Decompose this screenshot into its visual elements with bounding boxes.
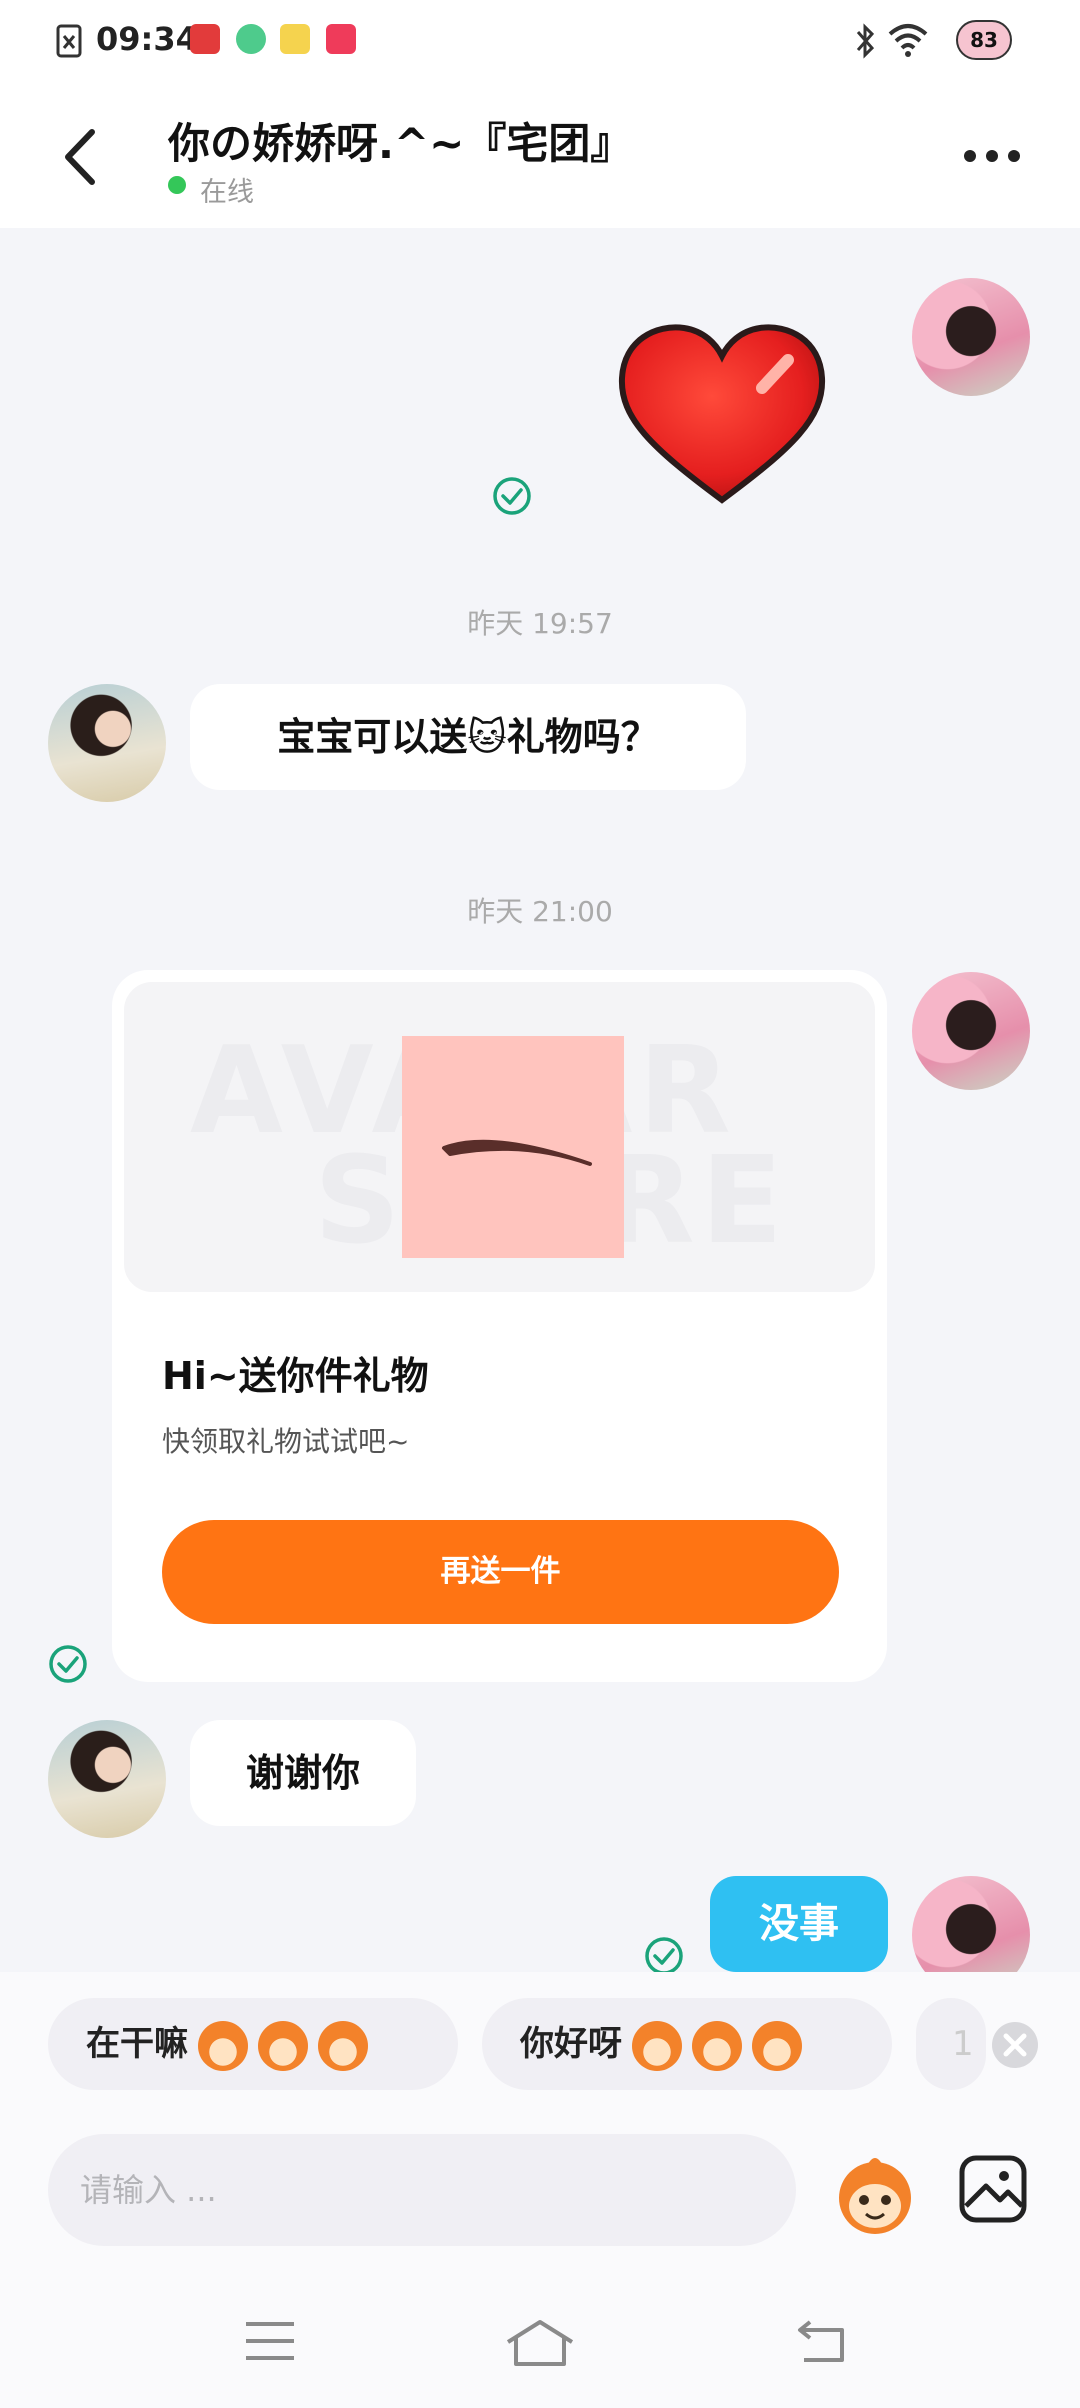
contact-name: 你の娇娇呀.^~『宅团』 — [168, 119, 633, 168]
quick-reply-chip[interactable]: 你好呀 — [482, 1998, 892, 2090]
send-again-button[interactable]: 再送一件 — [162, 1520, 839, 1624]
read-check-icon — [645, 1937, 683, 1975]
quick-reply-label: 1 — [952, 2024, 974, 2064]
gift-image-area: AVATAR STORE — [124, 982, 875, 1292]
wifi-icon — [888, 24, 928, 57]
outgoing-message[interactable]: 没事 — [710, 1876, 888, 1972]
read-check-icon — [49, 1645, 87, 1683]
quick-reply-label: 你好呀 — [520, 2024, 622, 2064]
contact-avatar[interactable] — [48, 684, 166, 802]
monkey-emoji-icon — [198, 2020, 248, 2071]
monkey-emoji-icon — [258, 2020, 308, 2071]
app-notification-icon — [236, 24, 266, 54]
app-notification-icon — [280, 24, 310, 54]
eyebrow-icon — [442, 1139, 592, 1166]
battery-icon: 83 — [956, 20, 1012, 60]
menu-nav-icon[interactable] — [244, 2318, 296, 2364]
chat-header: 你の娇娇呀.^~『宅团』 在线 — [0, 80, 1080, 228]
gift-card[interactable]: AVATAR STORE Hi~送你件礼物 快领取礼物试试吧~ 再送一件 — [112, 970, 887, 1682]
quick-reply-chip[interactable]: 在干嘛 — [48, 1998, 458, 2090]
read-check-icon — [493, 477, 531, 515]
online-indicator — [168, 176, 186, 194]
back-nav-icon[interactable] — [796, 2318, 848, 2364]
incoming-message[interactable]: 宝宝可以送🐱礼物吗？ — [190, 684, 746, 790]
monkey-emoji-icon — [752, 2020, 802, 2071]
image-gallery-icon[interactable] — [958, 2154, 1028, 2224]
monkey-sticker-icon[interactable] — [832, 2152, 918, 2238]
timestamp: 昨天 21:00 — [467, 895, 613, 928]
close-icon[interactable] — [990, 2020, 1040, 2070]
status-time: 09:34 — [96, 20, 198, 58]
my-avatar[interactable] — [912, 972, 1030, 1090]
sim-error-icon — [56, 24, 82, 58]
chevron-left-icon[interactable] — [60, 126, 100, 188]
monkey-emoji-icon — [318, 2020, 368, 2071]
heart-sticker — [618, 324, 826, 504]
gift-subtitle: 快领取礼物试试吧~ — [162, 1425, 410, 1458]
home-nav-icon[interactable] — [504, 2318, 576, 2368]
monkey-emoji-icon — [632, 2020, 682, 2071]
timestamp: 昨天 19:57 — [467, 607, 613, 640]
online-status: 在线 — [200, 177, 254, 208]
app-notification-icon — [190, 24, 220, 54]
quick-reply-label: 在干嘛 — [86, 2024, 188, 2064]
battery-level: 83 — [970, 28, 998, 52]
gift-item-image — [402, 1036, 624, 1258]
bluetooth-icon — [856, 23, 875, 59]
gift-title: Hi~送你件礼物 — [162, 1354, 429, 1398]
quick-reply-chip[interactable]: 1 — [916, 1998, 986, 2090]
contact-avatar[interactable] — [48, 1720, 166, 1838]
message-input[interactable]: 请输入 ... — [48, 2134, 796, 2246]
incoming-message[interactable]: 谢谢你 — [190, 1720, 416, 1826]
my-avatar[interactable] — [912, 278, 1030, 396]
status-bar: 09:34 83 — [0, 0, 1080, 80]
monkey-emoji-icon — [692, 2020, 742, 2071]
more-dots-icon[interactable] — [962, 146, 1022, 166]
app-notification-icon — [326, 24, 356, 54]
